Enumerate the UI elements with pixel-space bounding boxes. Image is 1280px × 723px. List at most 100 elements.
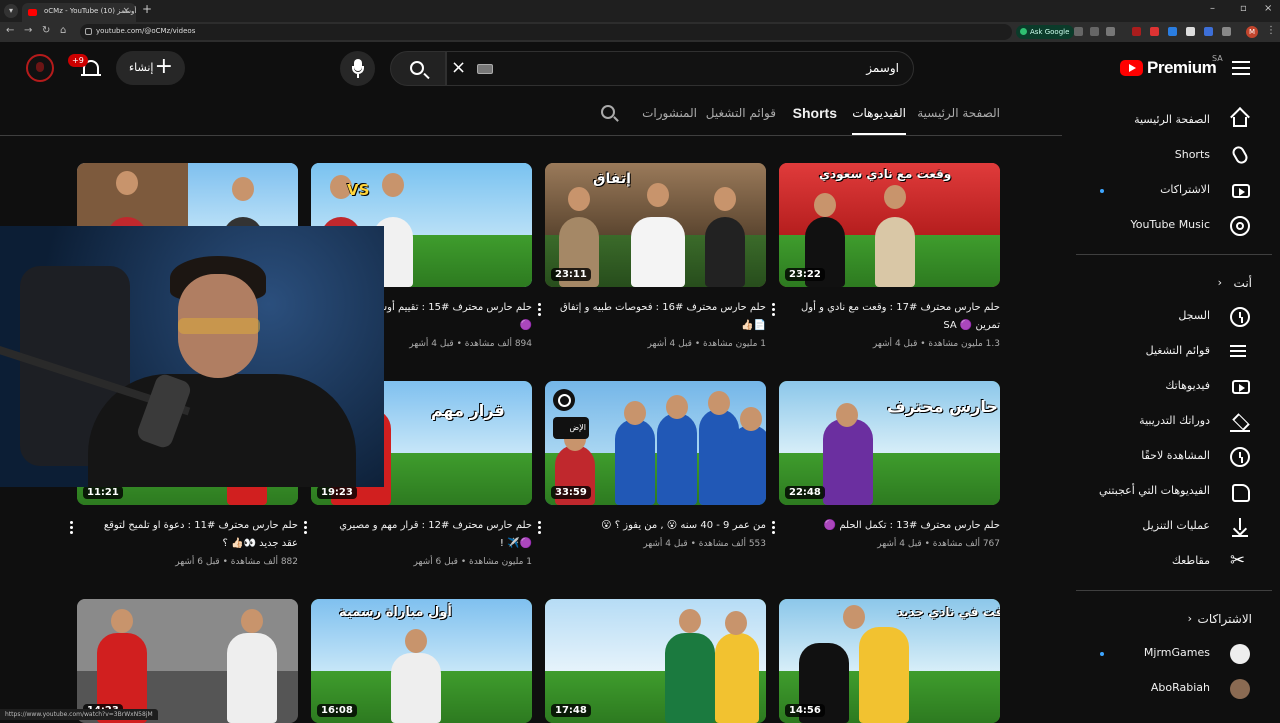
video-thumbnail[interactable]: الإض 33:59 <box>545 381 766 505</box>
browser-menu-icon[interactable]: ⋮ <box>1266 25 1276 36</box>
youtube-premium-logo[interactable]: Premium SA <box>1120 54 1223 82</box>
zoom-icon[interactable] <box>1090 27 1099 36</box>
watch-later-icon[interactable] <box>553 389 575 411</box>
sidebar-item-shorts[interactable]: Shorts <box>1068 138 1280 173</box>
keyboard-icon[interactable] <box>477 64 493 74</box>
forward-icon[interactable]: → <box>24 25 32 36</box>
video-duration: 23:22 <box>785 268 825 281</box>
video-meta: 1.3 مليون مشاهدة • قبل 4 أشهر <box>872 339 1000 349</box>
new-tab-icon[interactable]: + <box>142 2 152 16</box>
video-menu-icon[interactable] <box>771 303 775 317</box>
extension-shield-icon[interactable] <box>1204 27 1213 36</box>
sidebar-item-clips[interactable]: مقاطعك <box>1068 544 1280 579</box>
browser-tab[interactable]: oCMz - YouTube أوسمز (10) × <box>22 3 136 22</box>
video-thumbnail[interactable]: وقعت مع نادي سعودي 23:22 <box>779 163 1000 287</box>
chevron-right-icon: › <box>1187 612 1192 625</box>
sidebar-item-history[interactable]: السجل <box>1068 299 1280 334</box>
sidebar-item-courses[interactable]: دوراتك التدريبية <box>1068 404 1280 439</box>
video-thumbnail[interactable]: 14:23 <box>77 599 298 723</box>
history-icon <box>1230 307 1250 327</box>
reload-icon[interactable]: ↻ <box>42 25 50 36</box>
extension-diamond-icon[interactable] <box>1186 27 1195 36</box>
youtube-play-icon <box>1120 60 1143 76</box>
sidebar-item-label: AboRabiah <box>1150 681 1210 694</box>
notifications-button[interactable]: +9 <box>68 54 104 82</box>
guide-menu-icon[interactable] <box>1232 61 1250 75</box>
search-input[interactable]: اوسمز × <box>446 51 914 86</box>
tab-shorts[interactable]: Shorts <box>793 105 837 121</box>
extensions-puzzle-icon[interactable] <box>1222 27 1231 36</box>
search-button[interactable] <box>390 51 446 86</box>
create-button[interactable]: + إنشاء <box>116 51 185 85</box>
add-to-queue-button[interactable]: الإض <box>553 417 589 439</box>
video-title[interactable]: من عمر 9 - 40 سنه 😮 , من يفوز ؟ 😮 <box>560 517 766 535</box>
extension-record-icon[interactable] <box>1150 27 1159 36</box>
address-bar[interactable]: youtube.com/@oCMz/videos <box>80 24 1012 40</box>
minimize-icon[interactable]: – <box>1210 3 1215 14</box>
site-info-icon[interactable] <box>85 28 92 35</box>
close-tab-icon[interactable]: × <box>122 6 130 16</box>
sidebar-subscriptions-heading[interactable]: الاشتراكات › <box>1068 604 1280 634</box>
window-close-icon[interactable]: × <box>1264 3 1272 14</box>
video-thumbnail[interactable]: إتفاق 23:11 <box>545 163 766 287</box>
video-thumbnail[interactable]: حلم حارس محترف 22:48 <box>779 381 1000 505</box>
sidebar-item-label: YouTube Music <box>1130 218 1210 231</box>
video-title[interactable]: حلم حارس محترف #17 : وقعت مع نادي و أول … <box>794 299 1000 335</box>
browser-tab-bar: ▾ oCMz - YouTube أوسمز (10) × + – ▫ × <box>0 0 1280 22</box>
sidebar-sub-aborabiah[interactable]: AboRabiah <box>1068 671 1280 706</box>
tab-videos[interactable]: الفيديوهات <box>852 106 906 135</box>
video-menu-icon[interactable] <box>537 521 541 535</box>
video-menu-icon[interactable] <box>303 521 307 535</box>
channel-search-icon[interactable] <box>601 105 619 123</box>
video-duration: 33:59 <box>551 486 591 499</box>
sidebar-you-heading[interactable]: أنت › <box>1068 268 1280 298</box>
tab-search-icon[interactable]: ▾ <box>4 4 18 18</box>
sidebar-sub-mjrmgames[interactable]: MjrmGames <box>1068 636 1280 671</box>
sidebar-item-label: دوراتك التدريبية <box>1139 414 1210 427</box>
sidebar-item-subscriptions[interactable]: الاشتراكات <box>1068 173 1280 208</box>
clear-search-icon[interactable]: × <box>451 57 466 78</box>
sidebar-item-downloads[interactable]: عمليات التنزيل <box>1068 509 1280 544</box>
tab-playlists[interactable]: قوائم التشغيل <box>706 106 776 120</box>
sidebar-item-your-videos[interactable]: فيديوهاتك <box>1068 369 1280 404</box>
sidebar-item-label: قوائم التشغيل <box>1145 344 1210 357</box>
logo-wordmark: Premium <box>1147 58 1217 77</box>
sidebar-item-playlists[interactable]: قوائم التشغيل <box>1068 334 1280 369</box>
video-title[interactable]: حلم حارس محترف #12 : قرار مهم و مصيري 🟣✈… <box>326 517 532 553</box>
sidebar-item-label: الاشتراكات <box>1160 183 1210 196</box>
search-icon <box>410 61 424 75</box>
browser-profile-avatar[interactable]: M <box>1246 26 1258 38</box>
video-menu-icon[interactable] <box>771 521 775 535</box>
video-thumbnail[interactable]: 17:48 <box>545 599 766 723</box>
new-content-dot <box>1100 652 1104 656</box>
tab-posts[interactable]: المنشورات <box>642 106 697 120</box>
shorts-icon <box>1230 144 1250 166</box>
sidebar-item-liked-videos[interactable]: الفيديوهات التي أعجبتني <box>1068 474 1280 509</box>
webcam-person-glasses <box>178 318 260 334</box>
sidebar-item-home[interactable]: الصفحة الرئيسية <box>1068 103 1280 138</box>
sidebar-item-label: مقاطعك <box>1171 554 1210 567</box>
url-text: youtube.com/@oCMz/videos <box>96 27 196 35</box>
extension-red-icon[interactable] <box>1132 27 1141 36</box>
extension-blue-icon[interactable] <box>1168 27 1177 36</box>
video-thumbnail[interactable]: أول مباراة رسمية 16:08 <box>311 599 532 723</box>
voice-search-button[interactable] <box>340 51 375 86</box>
video-thumbnail[interactable]: احترفت في نادي جديد 14:56 <box>779 599 1000 723</box>
bookmark-star-icon[interactable] <box>1106 27 1115 36</box>
video-menu-icon[interactable] <box>69 521 73 535</box>
video-duration: 22:48 <box>785 486 825 499</box>
home-page-icon[interactable]: ⌂ <box>60 25 66 36</box>
sidebar-item-youtube-music[interactable]: YouTube Music <box>1068 208 1280 243</box>
video-menu-icon[interactable] <box>537 303 541 317</box>
video-title[interactable]: حلم حارس محترف #11 : دعوة او تلميح لتوقع… <box>92 517 298 553</box>
maximize-icon[interactable]: ▫ <box>1240 3 1247 14</box>
sidebar-item-watch-later[interactable]: المشاهدة لاحقًا <box>1068 439 1280 474</box>
video-title[interactable]: حلم حارس محترف #16 : فحوصات طبيه و إتفاق… <box>560 299 766 335</box>
video-title[interactable]: حلم حارس محترف #13 : تكمل الحلم 🟣 <box>794 517 1000 535</box>
account-avatar[interactable] <box>26 54 54 82</box>
ask-google-button[interactable]: Ask Google <box>1016 25 1075 39</box>
tab-home[interactable]: الصفحة الرئيسية <box>917 106 1000 120</box>
cast-icon[interactable] <box>1074 27 1083 36</box>
back-icon[interactable]: ← <box>6 25 14 36</box>
create-label: إنشاء <box>129 61 154 74</box>
